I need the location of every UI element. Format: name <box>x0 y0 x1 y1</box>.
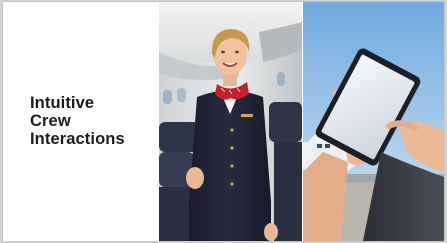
title-panel: Intuitive Crew Interactions <box>3 2 158 241</box>
title-line-3: Interactions <box>30 130 125 148</box>
flight-attendant-photo <box>159 2 302 241</box>
slide-title: Intuitive Crew Interactions <box>30 94 158 148</box>
title-line-1: Intuitive <box>30 94 95 112</box>
divider <box>302 2 303 241</box>
tablet-photo <box>303 2 444 241</box>
divider <box>158 2 159 241</box>
slide: Intuitive Crew Interactions <box>3 2 444 241</box>
title-line-2: Crew <box>30 112 71 130</box>
